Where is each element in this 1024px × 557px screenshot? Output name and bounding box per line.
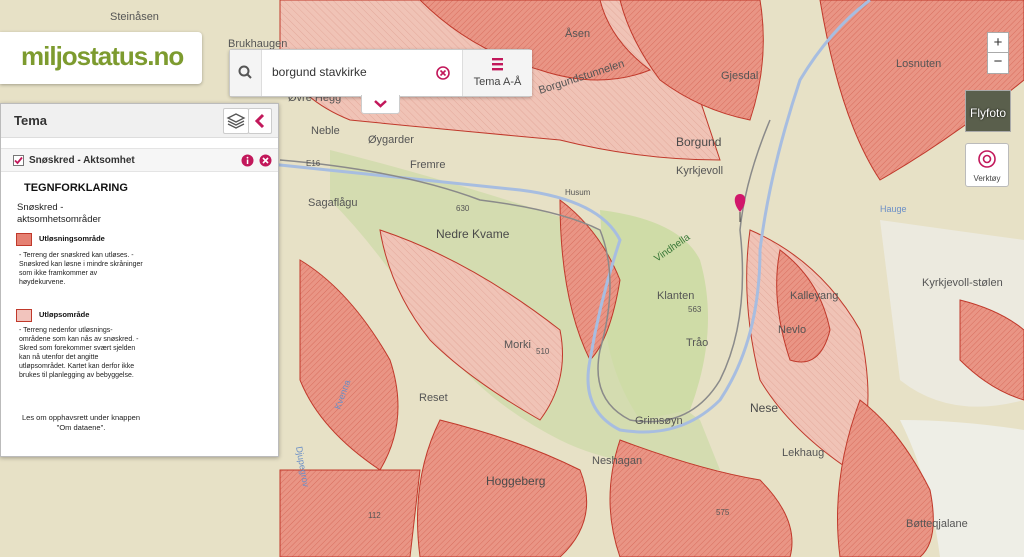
remove-layer-icon[interactable] (259, 154, 272, 167)
place-label: Åsen (565, 27, 590, 40)
place-label: Hauge (880, 204, 907, 214)
layers-button[interactable] (223, 108, 249, 134)
legend-item-description: - Terreng nedenfor utløsnings-områdene s… (19, 327, 139, 379)
search-input[interactable] (270, 64, 434, 80)
zoom-in-button[interactable]: + (987, 32, 1009, 54)
place-label: Tråo (686, 337, 708, 349)
checkbox-checked-icon[interactable] (13, 155, 24, 166)
legend-subtitle: Snøskred - aktsomhetsområder (17, 202, 101, 225)
copyright-note: Les om opphavsrett under knappen "Om dat… (22, 413, 140, 432)
place-label: Lekhaug (782, 447, 824, 459)
menu-icon (492, 58, 503, 71)
search-bar: Tema A-Å (229, 49, 532, 97)
legend-item-title: Utløsningsområde (39, 234, 105, 243)
place-label: Nevlo (778, 324, 806, 336)
place-label: Kyrkjevoll-stølen (922, 277, 1003, 289)
gear-icon (978, 150, 996, 168)
legend-heading: TEGNFORKLARING (24, 182, 128, 194)
place-label: Steinåsen (110, 11, 159, 23)
place-label: Borgund (676, 135, 721, 149)
aerial-photo-label: Flyfoto (969, 106, 1006, 120)
tema-a-a-button[interactable]: Tema A-Å (462, 50, 532, 96)
chevron-down-icon (374, 100, 387, 108)
elevation-label: 510 (536, 347, 550, 356)
place-label: Gjesdal (721, 70, 758, 82)
search-icon[interactable] (230, 50, 262, 96)
elevation-label: 112 (368, 511, 381, 520)
place-label: Klanten (657, 290, 694, 302)
elevation-label: 563 (688, 305, 702, 314)
place-label: Neshagan (592, 455, 642, 467)
place-label: Øygarder (368, 134, 414, 146)
logo-text: miljostatus.no (21, 41, 184, 71)
clear-search-icon[interactable] (435, 65, 451, 81)
legend-item-title: Utløpsområde (39, 310, 90, 319)
aerial-photo-button[interactable]: Flyfoto (965, 90, 1011, 132)
runout-area-swatch (16, 309, 32, 322)
road-number: 575 (716, 508, 730, 517)
info-icon[interactable] (241, 154, 254, 167)
tema-a-a-label: Tema A-Å (473, 76, 522, 88)
layers-icon (226, 113, 246, 129)
place-label: Fremre (410, 159, 445, 171)
chevron-left-icon (254, 113, 265, 129)
road-number: E16 (306, 159, 321, 168)
theme-panel: Tema Snøskred - Aktsomhet TEGNFORKLARING… (0, 103, 279, 457)
collapse-search-button[interactable] (361, 95, 400, 114)
zoom-out-button[interactable]: − (987, 52, 1009, 74)
tools-label: Verktøy (973, 174, 1001, 183)
place-label: Husum (565, 188, 591, 197)
place-label: Losnuten (896, 58, 941, 70)
place-label: Morki (504, 339, 531, 351)
place-label: Nese (750, 401, 778, 415)
layer-name: Snøskred - Aktsomhet (29, 155, 135, 166)
close-panel-button[interactable] (248, 108, 272, 134)
release-area-swatch (16, 233, 32, 246)
place-label: Kalleyang (790, 290, 838, 302)
panel-header: Tema (1, 104, 278, 138)
place-label: Grimsøyn (635, 415, 683, 427)
logo[interactable]: miljostatus.no (0, 32, 202, 84)
place-label: Sagaflågu (308, 197, 358, 209)
place-label: Neble (311, 125, 340, 137)
place-label: Nedre Kvame (436, 227, 510, 241)
legend-item-description: - Terreng der snøskred kan utløses. - Sn… (19, 252, 143, 286)
place-label: Reset (419, 392, 448, 404)
layer-row[interactable]: Snøskred - Aktsomhet (1, 148, 278, 172)
place-label: Hoggeberg (486, 474, 545, 488)
place-label: Kyrkjevoll (676, 165, 723, 177)
place-label: Bøtteqjalane (906, 518, 968, 530)
road-number: 630 (456, 204, 470, 213)
panel-title: Tema (14, 113, 47, 128)
tools-button[interactable]: Verktøy (965, 143, 1009, 187)
